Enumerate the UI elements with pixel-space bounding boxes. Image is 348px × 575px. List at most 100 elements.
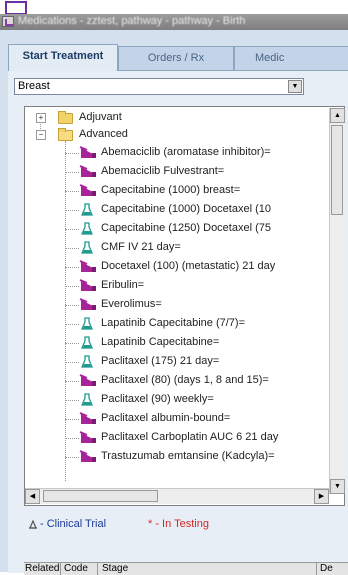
tab-medic[interactable]: Medic: [234, 46, 348, 70]
syringe-icon: [79, 412, 96, 424]
tree-item-label: Paclitaxel (80) (days 1, 8 and 15)=: [101, 374, 269, 386]
tree-folder-advanced[interactable]: − Advanced: [25, 127, 325, 143]
syringe-icon: [79, 184, 96, 196]
scroll-down-icon[interactable]: ▼: [330, 479, 345, 494]
tree-connector: [65, 153, 79, 154]
column-header[interactable]: Stage: [102, 563, 128, 574]
disease-select[interactable]: Breast ▼: [14, 78, 304, 95]
tree-item[interactable]: Paclitaxel (80) (days 1, 8 and 15)=: [25, 373, 325, 389]
syringe-icon: [79, 431, 96, 443]
tree-connector: [65, 210, 79, 211]
tree-item[interactable]: Everolimus=: [25, 297, 325, 313]
scroll-thumb[interactable]: [331, 125, 343, 215]
tree-connector: [65, 229, 79, 230]
tree-item[interactable]: Capecitabine (1000) breast=: [25, 183, 325, 199]
scroll-right-icon[interactable]: ▶: [314, 489, 329, 504]
tree-item-label: Lapatinib Capecitabine (7/7)=: [101, 317, 246, 329]
tree-item-label: Abemaciclib (aromatase inhibitor)=: [101, 146, 271, 158]
tree-connector: [65, 191, 79, 192]
tree-connector: [65, 267, 79, 268]
tree-item[interactable]: Abemaciclib (aromatase inhibitor)=: [25, 145, 325, 161]
tree-folder-label: Adjuvant: [79, 111, 122, 123]
folder-icon: [58, 111, 73, 124]
flask-icon: [81, 393, 93, 406]
tree-folder-label: Advanced: [79, 128, 128, 140]
tree-item-label: Paclitaxel albumin-bound=: [101, 412, 231, 424]
column-divider: [97, 563, 98, 575]
tree-item-label: Paclitaxel (90) weekly=: [101, 393, 214, 405]
tree-connector: [65, 324, 79, 325]
flask-icon: [81, 203, 93, 216]
scroll-up-icon[interactable]: ▲: [330, 108, 345, 123]
title-bar: Medications - zztest, pathway - pathway …: [0, 14, 348, 30]
syringe-icon: [79, 165, 96, 177]
tree-connector: [65, 343, 79, 344]
tree-connector: [65, 419, 79, 420]
expand-icon[interactable]: +: [36, 113, 46, 123]
tree-item[interactable]: Trastuzumab emtansine (Kadcyla)=: [25, 449, 325, 465]
flask-icon: [81, 241, 93, 254]
tree-item[interactable]: Lapatinib Capecitabine (7/7)=: [25, 316, 325, 332]
scroll-thumb-horizontal[interactable]: [43, 490, 158, 502]
column-header[interactable]: Related: [25, 563, 59, 574]
tree-item[interactable]: Lapatinib Capecitabine=: [25, 335, 325, 351]
tree-horizontal-scrollbar[interactable]: ◀ ▶: [25, 488, 329, 504]
flask-icon: [81, 336, 93, 349]
tree-item-label: Paclitaxel (175) 21 day=: [101, 355, 220, 367]
flask-icon: [81, 355, 93, 368]
tree-item[interactable]: Eribulin=: [25, 278, 325, 294]
syringe-icon: [79, 450, 96, 462]
clinical-trial-icon: [29, 519, 37, 529]
tree-connector: [65, 248, 79, 249]
tree-vertical-scrollbar[interactable]: ▲ ▼: [329, 108, 345, 494]
tree-connector: [65, 172, 79, 173]
syringe-icon: [79, 374, 96, 386]
tab-start-treatment[interactable]: Start Treatment: [8, 44, 118, 71]
top-window-icon: [5, 1, 27, 15]
tree-item-label: Capecitabine (1000) Docetaxel (10: [101, 203, 271, 215]
syringe-icon: [79, 298, 96, 310]
tree-item[interactable]: Capecitabine (1250) Docetaxel (75: [25, 221, 325, 237]
tree-item-label: Everolimus=: [101, 298, 162, 310]
column-header[interactable]: Code: [64, 563, 88, 574]
syringe-icon: [79, 279, 96, 291]
tree-item[interactable]: Capecitabine (1000) Docetaxel (10: [25, 202, 325, 218]
legend-clinical-trial-text: - Clinical Trial: [40, 518, 107, 530]
tree-item-label: Capecitabine (1250) Docetaxel (75: [101, 222, 271, 234]
tree-connector: [65, 381, 79, 382]
column-header[interactable]: De: [320, 563, 333, 574]
tree-item-label: CMF IV 21 day=: [101, 241, 181, 253]
tree-item[interactable]: Paclitaxel Carboplatin AUC 6 21 day: [25, 430, 325, 446]
tree-item[interactable]: Paclitaxel (90) weekly=: [25, 392, 325, 408]
syringe-icon: [79, 260, 96, 272]
scroll-left-icon[interactable]: ◀: [25, 489, 40, 504]
flask-icon: [81, 222, 93, 235]
tree-item-label: Paclitaxel Carboplatin AUC 6 21 day: [101, 431, 279, 443]
flask-icon: [81, 317, 93, 330]
tree-item-label: Abemaciclib Fulvestrant=: [101, 165, 225, 177]
chevron-down-icon[interactable]: ▼: [288, 80, 302, 93]
tree-item[interactable]: Paclitaxel albumin-bound=: [25, 411, 325, 427]
tree-connector: [65, 400, 79, 401]
tree-item[interactable]: CMF IV 21 day=: [25, 240, 325, 256]
tree-item-label: Eribulin=: [101, 279, 145, 291]
legend-clinical-trial: - Clinical Trial: [29, 518, 107, 530]
tree-item-label: Lapatinib Capecitabine=: [101, 336, 220, 348]
syringe-icon: [79, 146, 96, 158]
tree-connector: [65, 286, 79, 287]
tab-orders-rx[interactable]: Orders / Rx: [118, 46, 234, 70]
tree-item[interactable]: Paclitaxel (175) 21 day=: [25, 354, 325, 370]
tree-item-label: Docetaxel (100) (metastatic) 21 day: [101, 260, 276, 272]
tab-strip: Start Treatment Orders / Rx Medic: [8, 44, 348, 71]
tree-item[interactable]: Abemaciclib Fulvestrant=: [25, 164, 325, 180]
tree-connector: [65, 305, 79, 306]
tree-folder-adjuvant[interactable]: + Adjuvant: [25, 110, 325, 126]
collapse-icon[interactable]: −: [36, 130, 46, 140]
tree-item[interactable]: Docetaxel (100) (metastatic) 21 day: [25, 259, 325, 275]
app-icon: [2, 16, 14, 27]
tree-connector: [65, 362, 79, 363]
disease-select-value: Breast: [18, 80, 50, 92]
tree-item-label: Trastuzumab emtansine (Kadcyla)=: [101, 450, 275, 462]
legend-in-testing: * - In Testing: [148, 518, 209, 530]
tree-item-label: Capecitabine (1000) breast=: [101, 184, 241, 196]
